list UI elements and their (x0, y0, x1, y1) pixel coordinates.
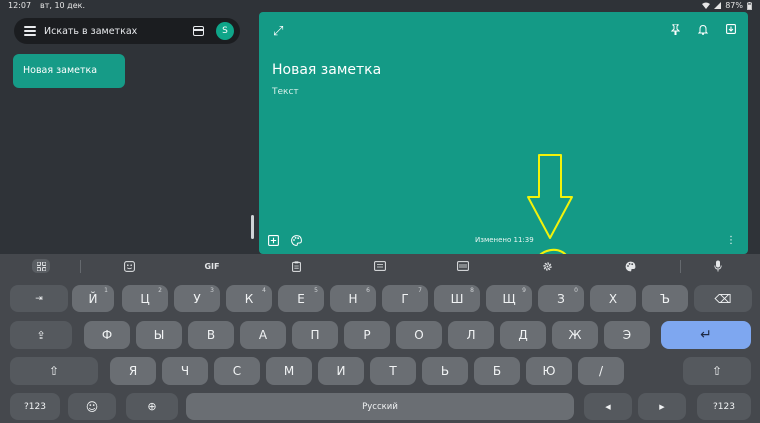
key-letter[interactable]: Г7 (382, 285, 428, 312)
battery-icon (747, 1, 752, 10)
wifi-icon (702, 2, 711, 9)
status-bar: 12:07 вт, 10 дек. 87% (0, 0, 760, 12)
key-letter[interactable]: И (318, 357, 364, 385)
key-letter[interactable]: В (188, 321, 234, 349)
key-letter[interactable]: Ж (552, 321, 598, 349)
menu-icon[interactable] (24, 26, 36, 36)
key-symbols-right[interactable]: ?123 (697, 393, 751, 420)
key-letter[interactable]: М (266, 357, 312, 385)
note-title-input[interactable]: Новая заметка (272, 62, 381, 78)
text-editing-icon[interactable] (373, 259, 387, 273)
key-letter[interactable]: А (240, 321, 286, 349)
key-space[interactable]: Русский (186, 393, 574, 420)
battery-percent: 87% (725, 1, 743, 10)
more-options-icon[interactable]: ⋮ (726, 235, 736, 246)
key-letter[interactable]: Й1 (72, 285, 114, 312)
arrow-right-icon: ▶ (659, 402, 665, 411)
key-letter[interactable]: У3 (174, 285, 220, 312)
reminder-bell-icon[interactable] (698, 24, 708, 35)
key-letter[interactable]: Щ9 (486, 285, 532, 312)
key-caps-lock[interactable]: ⇪ (10, 321, 72, 349)
note-editor: ⤢ Новая заметка Текст Изменено 11:39 ⋮ (259, 12, 748, 254)
note-card-title: Новая заметка (23, 65, 98, 76)
key-cursor-right[interactable]: ▶ (638, 393, 686, 420)
key-letter[interactable]: Р (344, 321, 390, 349)
expand-icon[interactable]: ⤢ (273, 24, 283, 39)
key-letter[interactable]: Х (590, 285, 636, 312)
theme-palette-icon[interactable] (624, 259, 636, 273)
key-letter[interactable]: С (214, 357, 260, 385)
archive-icon[interactable] (726, 24, 736, 34)
key-cursor-left[interactable]: ◀ (584, 393, 632, 420)
key-backspace[interactable]: ⌫ (694, 285, 752, 312)
globe-icon: ⊕ (147, 400, 157, 413)
keyboard-toolbar: GIF (0, 254, 760, 279)
key-letter[interactable]: Ы (136, 321, 182, 349)
key-letter[interactable]: К4 (226, 285, 272, 312)
key-emoji[interactable]: ☺ (68, 393, 116, 420)
key-letter[interactable]: О (396, 321, 442, 349)
key-enter[interactable]: ↵ (661, 321, 751, 349)
key-letter[interactable]: Э (604, 321, 650, 349)
microphone-icon[interactable] (713, 259, 723, 273)
signal-icon (714, 2, 722, 9)
key-letter[interactable]: Ю (526, 357, 572, 385)
key-shift-left[interactable]: ⇧ (10, 357, 98, 385)
key-letter[interactable]: Н6 (330, 285, 376, 312)
avatar[interactable]: S (216, 22, 234, 40)
key-letter[interactable]: Ь (422, 357, 468, 385)
key-symbols-left[interactable]: ?123 (10, 393, 60, 420)
key-letter[interactable]: Е5 (278, 285, 324, 312)
key-letter[interactable]: П (292, 321, 338, 349)
clipboard-icon[interactable] (290, 259, 302, 273)
key-letter[interactable]: Т (370, 357, 416, 385)
key-letter[interactable]: Д (500, 321, 546, 349)
key-letter[interactable]: Ц2 (122, 285, 168, 312)
layout-toggle-icon[interactable] (193, 26, 204, 36)
status-time: 12:07 (8, 1, 32, 10)
search-input[interactable]: Искать в заметках (44, 26, 193, 37)
key-letter[interactable]: Ч (162, 357, 208, 385)
search-bar[interactable]: Искать в заметках S (14, 18, 240, 44)
key-language[interactable]: ⊕ (126, 393, 178, 420)
add-box-icon[interactable] (268, 235, 279, 246)
key-slash[interactable]: / (578, 357, 624, 385)
key-shift-right[interactable]: ⇧ (683, 357, 751, 385)
arrow-left-icon: ◀ (605, 402, 611, 411)
apps-grid-icon[interactable] (32, 259, 50, 273)
edited-timestamp: Изменено 11:39 (475, 236, 534, 244)
key-letter[interactable]: Ф (84, 321, 130, 349)
on-screen-keyboard: GIF ⇥ Й1 Ц2 У3 К4 Е5 Н6 Г7 Ш8 Щ9 З0 Х Ъ … (0, 254, 760, 423)
note-body-input[interactable]: Текст (272, 87, 299, 97)
sticker-icon[interactable] (122, 259, 136, 273)
key-letter[interactable]: Ш8 (434, 285, 480, 312)
status-date: вт, 10 дек. (40, 1, 86, 10)
palette-icon[interactable] (291, 235, 302, 246)
key-letter[interactable]: Б (474, 357, 520, 385)
pin-icon[interactable] (671, 24, 680, 35)
note-card[interactable]: Новая заметка (13, 54, 125, 88)
key-letter[interactable]: Я (110, 357, 156, 385)
key-tab[interactable]: ⇥ (10, 285, 68, 312)
one-handed-mode-icon[interactable] (456, 259, 470, 273)
key-letter[interactable]: З0 (538, 285, 584, 312)
key-letter[interactable]: Л (448, 321, 494, 349)
pane-divider-handle[interactable] (251, 215, 254, 239)
settings-gear-icon[interactable] (541, 259, 553, 273)
gif-button[interactable]: GIF (203, 259, 221, 273)
key-letter[interactable]: Ъ (642, 285, 688, 312)
emoji-icon: ☺ (85, 399, 99, 414)
